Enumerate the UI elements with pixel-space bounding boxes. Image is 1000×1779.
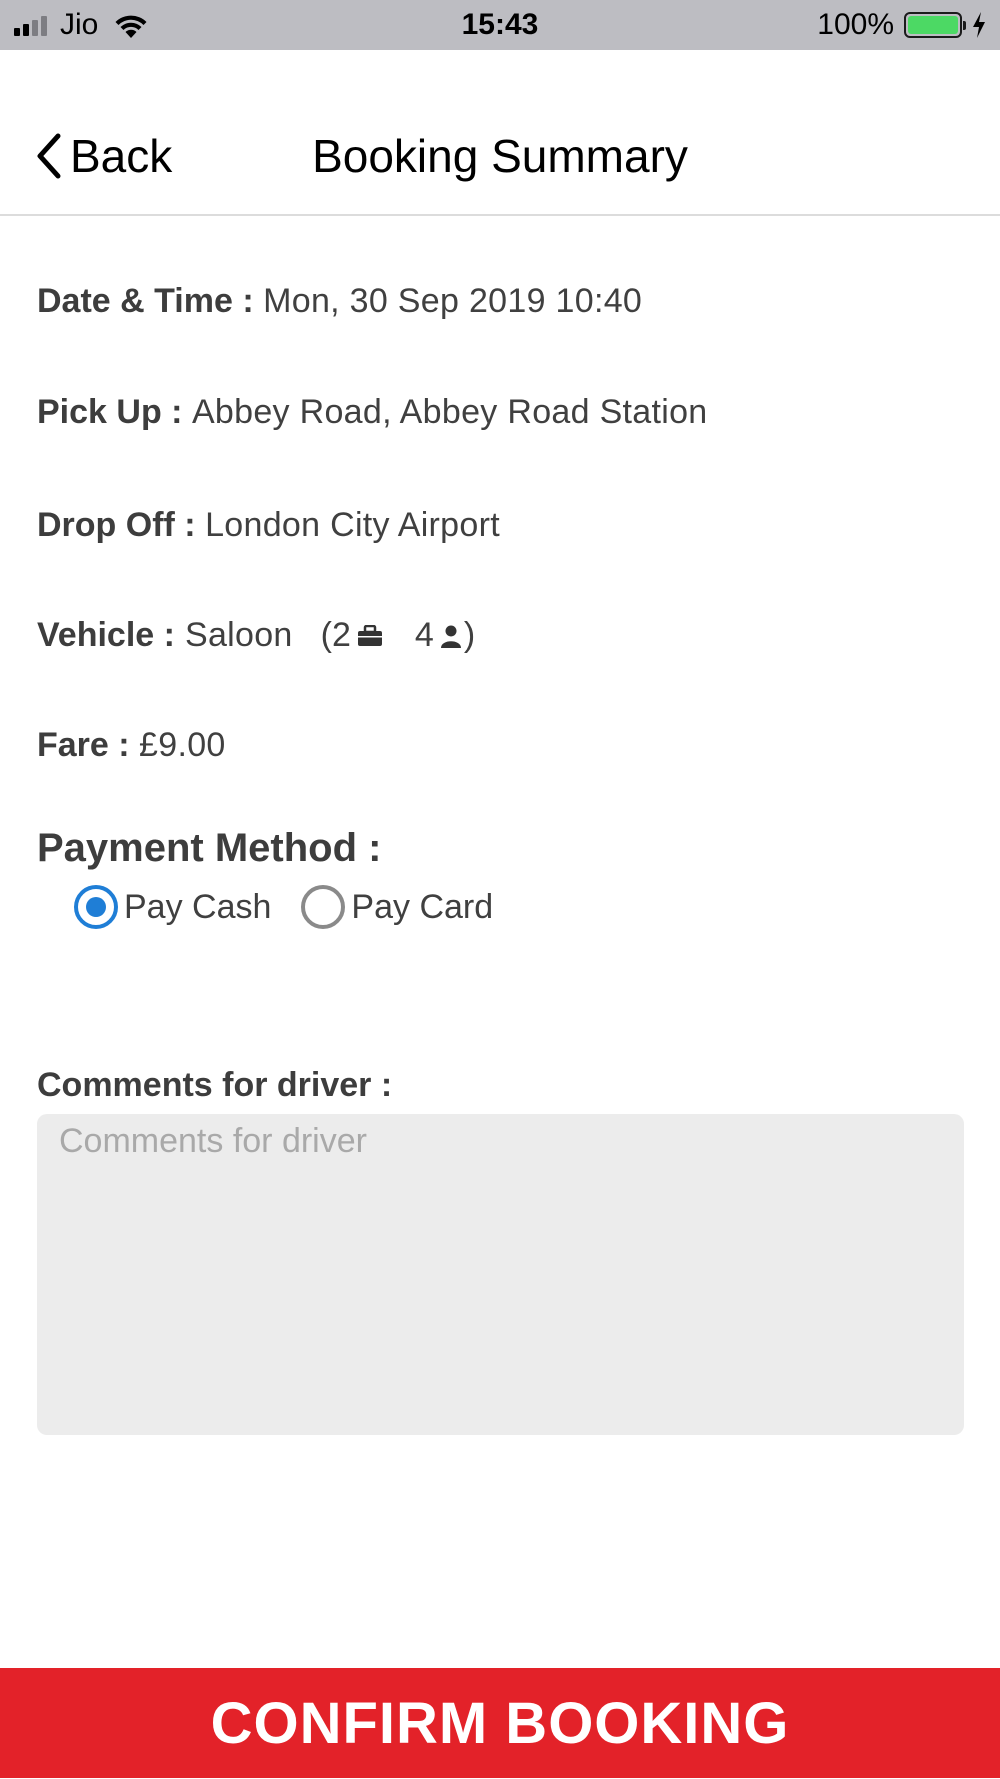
- vehicle-label: Vehicle :: [37, 616, 175, 654]
- page-title: Booking Summary: [312, 130, 688, 182]
- fare-label: Fare :: [37, 726, 130, 764]
- open-paren: (: [320, 616, 332, 654]
- passenger-count: 4: [414, 616, 434, 654]
- pay-card-radio[interactable]: [301, 885, 346, 929]
- battery-percent: 100%: [817, 8, 894, 41]
- comments-input[interactable]: [37, 1114, 964, 1435]
- vehicle-value: Saloon: [184, 616, 293, 654]
- date-time-value: Mon, 30 Sep 2019 10:40: [263, 282, 643, 320]
- battery-fill: [908, 16, 958, 34]
- charging-icon: [973, 12, 985, 38]
- briefcase-icon: [357, 624, 382, 646]
- pay-cash-option[interactable]: Pay Cash: [74, 885, 271, 929]
- date-time-label: Date & Time :: [37, 282, 254, 320]
- fare-row: Fare : £9.00: [37, 726, 226, 765]
- status-bar: Jio 15:43 100%: [0, 0, 1000, 50]
- pay-cash-label[interactable]: Pay Cash: [124, 888, 271, 927]
- payment-method-title: Payment Method :: [37, 826, 382, 870]
- pay-card-option[interactable]: Pay Card: [301, 885, 493, 929]
- pay-card-label[interactable]: Pay Card: [351, 888, 493, 927]
- person-icon: [440, 625, 461, 648]
- vehicle-capacity: ( 2 4 ): [321, 616, 476, 655]
- comments-label: Comments for driver :: [37, 1066, 393, 1104]
- pick-up-label: Pick Up :: [37, 393, 183, 431]
- drop-off-value: London City Airport: [205, 506, 500, 544]
- battery-icon: [904, 12, 966, 38]
- pick-up-value: Abbey Road, Abbey Road Station: [191, 393, 708, 431]
- drop-off-label: Drop Off :: [37, 506, 196, 544]
- drop-off-row: Drop Off : London City Airport: [37, 506, 500, 545]
- pick-up-row: Pick Up : Abbey Road, Abbey Road Station: [37, 393, 708, 432]
- date-time-row: Date & Time : Mon, 30 Sep 2019 10:40: [37, 282, 642, 321]
- fare-value: £9.00: [139, 726, 226, 764]
- payment-options: Pay Cash Pay Card: [74, 882, 523, 932]
- nav-bar: Back Booking Summary: [0, 50, 1000, 216]
- status-right: 100%: [817, 0, 988, 50]
- vehicle-row: Vehicle : Saloon ( 2 4 ): [37, 616, 475, 655]
- pay-cash-radio[interactable]: [74, 885, 118, 929]
- close-paren: ): [463, 616, 476, 654]
- luggage-count: 2: [331, 616, 351, 654]
- confirm-booking-button[interactable]: CONFIRM BOOKING: [0, 1668, 1000, 1778]
